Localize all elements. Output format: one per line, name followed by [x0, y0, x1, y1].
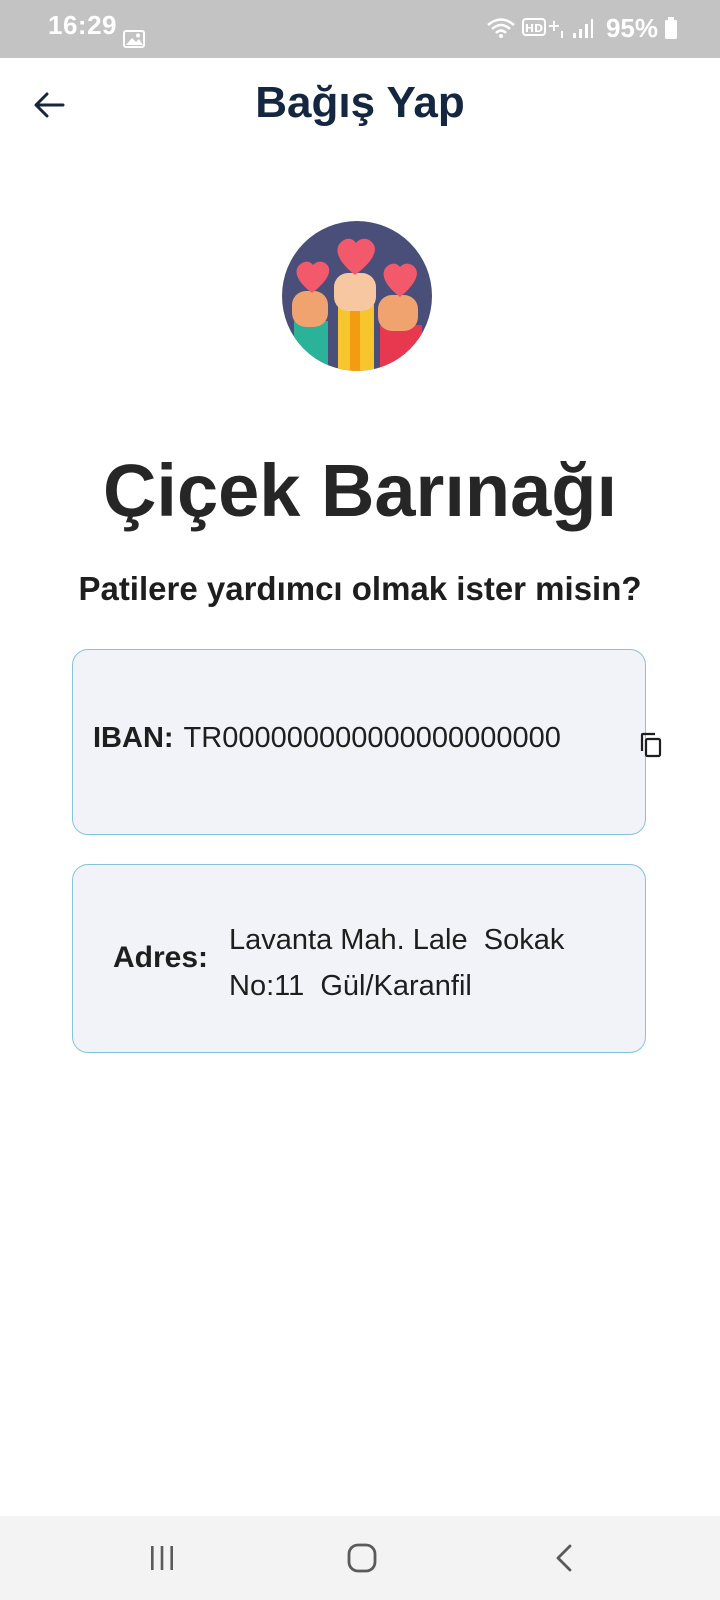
nav-back-button[interactable]: [542, 1536, 586, 1580]
home-button[interactable]: [340, 1536, 384, 1580]
hands-with-hearts-icon: [282, 221, 432, 371]
copy-button[interactable]: [639, 732, 663, 758]
address-line-2: No:11 Gül/Karanfil: [229, 970, 472, 1002]
wifi-icon: [487, 18, 515, 38]
iban-label: IBAN:: [93, 722, 174, 754]
screen: 16:29 HD + 95% Bağış Yap Çiçek Barınağı …: [0, 0, 720, 1600]
recents-button[interactable]: [140, 1536, 184, 1580]
recents-icon: [151, 1546, 173, 1570]
svg-text:+: +: [547, 16, 560, 35]
status-bar: 16:29 HD + 95%: [0, 0, 720, 58]
image-icon: [123, 30, 145, 48]
subtitle: Patilere yardımcı olmak ister misin?: [78, 570, 642, 607]
app-bar: Bağış Yap: [0, 58, 720, 158]
address-card: Adres: Lavanta Mah. Lale Sokak No:11 Gül…: [72, 864, 646, 1053]
status-icons: HD + 95%: [486, 10, 678, 46]
page-title: Bağış Yap: [255, 78, 465, 127]
iban-row: IBAN: TR000000000000000000000: [93, 722, 561, 755]
shelter-logo: [282, 221, 432, 371]
address-line-1: Lavanta Mah. Lale Sokak: [229, 924, 565, 956]
address-label: Adres:: [113, 941, 209, 974]
copy-icon: [640, 732, 662, 758]
signal-icon: [572, 19, 593, 38]
system-nav-bar: [0, 1516, 720, 1600]
iban-value: TR000000000000000000000: [183, 722, 561, 754]
svg-text:HD: HD: [525, 22, 543, 35]
back-icon: [556, 1544, 572, 1572]
shelter-name: Çiçek Barınağı: [102, 449, 618, 532]
hd-voice-icon: HD +: [521, 16, 563, 38]
iban-card: IBAN: TR000000000000000000000: [72, 649, 662, 835]
battery-percent: 95%: [605, 12, 658, 43]
home-icon: [347, 1543, 377, 1573]
address-text: Lavanta Mah. Lale Sokak No:11 Gül/Karanf…: [229, 917, 619, 1009]
status-time: 16:29: [48, 10, 117, 40]
battery-icon: [665, 17, 677, 39]
